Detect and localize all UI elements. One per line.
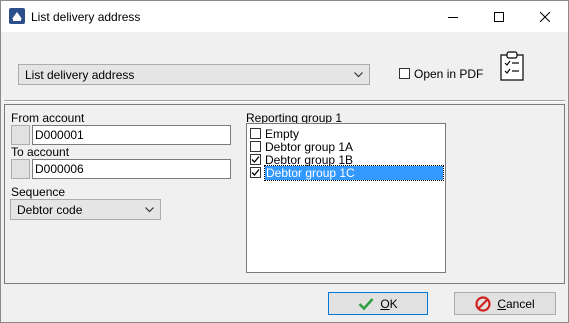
cancel-button[interactable]: Cancel [454, 292, 556, 315]
list-item[interactable]: Debtor group 1A [250, 139, 354, 154]
to-account-input[interactable]: D000006 [32, 159, 231, 179]
open-in-pdf-label: Open in PDF [414, 67, 484, 81]
from-account-input[interactable]: D000001 [32, 125, 231, 145]
report-select-value: List delivery address [25, 67, 135, 82]
window-title: List delivery address [31, 10, 141, 24]
ok-label: OK [380, 297, 397, 311]
dialog-window: List delivery address List delivery addr… [0, 0, 569, 323]
list-item-label: Empty [265, 126, 300, 141]
list-item-label: Debtor group 1C [264, 164, 444, 181]
sequence-label: Sequence [11, 185, 66, 199]
title-bar: List delivery address [1, 1, 568, 32]
chevron-down-icon [145, 206, 154, 212]
checkbox[interactable] [250, 128, 261, 139]
list-item-label: Debtor group 1B [265, 152, 354, 167]
clipboard-checklist-icon[interactable] [499, 51, 525, 81]
sequence-select[interactable]: Debtor code [10, 199, 161, 220]
checkmark-icon [358, 297, 374, 310]
list-item[interactable]: Debtor group 1B [250, 152, 354, 167]
checkbox[interactable] [250, 167, 261, 178]
report-select[interactable]: List delivery address [18, 64, 370, 85]
sequence-select-value: Debtor code [17, 202, 83, 217]
app-icon [9, 8, 25, 24]
ok-hotkey: O [380, 296, 390, 311]
list-item[interactable]: Empty [250, 126, 300, 141]
cancel-label: Cancel [497, 297, 534, 311]
reporting-group-list[interactable]: Empty Debtor group 1A Debtor group 1B De… [246, 123, 446, 273]
list-item-label: Debtor group 1A [265, 139, 354, 154]
from-account-label: From account [11, 111, 85, 125]
maximize-icon [494, 11, 504, 22]
to-account-label: To account [11, 145, 70, 159]
checkbox[interactable] [250, 141, 261, 152]
ok-button[interactable]: OK [328, 292, 428, 315]
chevron-down-icon [354, 71, 363, 77]
cancel-hotkey: C [497, 296, 506, 311]
checkmark-icon [251, 156, 260, 163]
list-item[interactable]: Debtor group 1C [250, 164, 444, 181]
from-account-lookup-button[interactable] [11, 125, 30, 145]
open-in-pdf-checkbox[interactable] [399, 68, 410, 79]
separator [4, 100, 565, 102]
checkbox[interactable] [250, 154, 261, 165]
ok-label-rest: K [389, 296, 398, 311]
cancel-icon [475, 295, 491, 312]
minimize-icon [448, 16, 458, 18]
minimize-button[interactable] [430, 1, 476, 32]
close-icon [540, 11, 550, 22]
to-account-lookup-button[interactable] [11, 159, 30, 179]
close-button[interactable] [522, 1, 568, 32]
maximize-button[interactable] [476, 1, 522, 32]
cancel-label-rest: ancel [505, 296, 535, 311]
checkmark-icon [251, 169, 260, 176]
